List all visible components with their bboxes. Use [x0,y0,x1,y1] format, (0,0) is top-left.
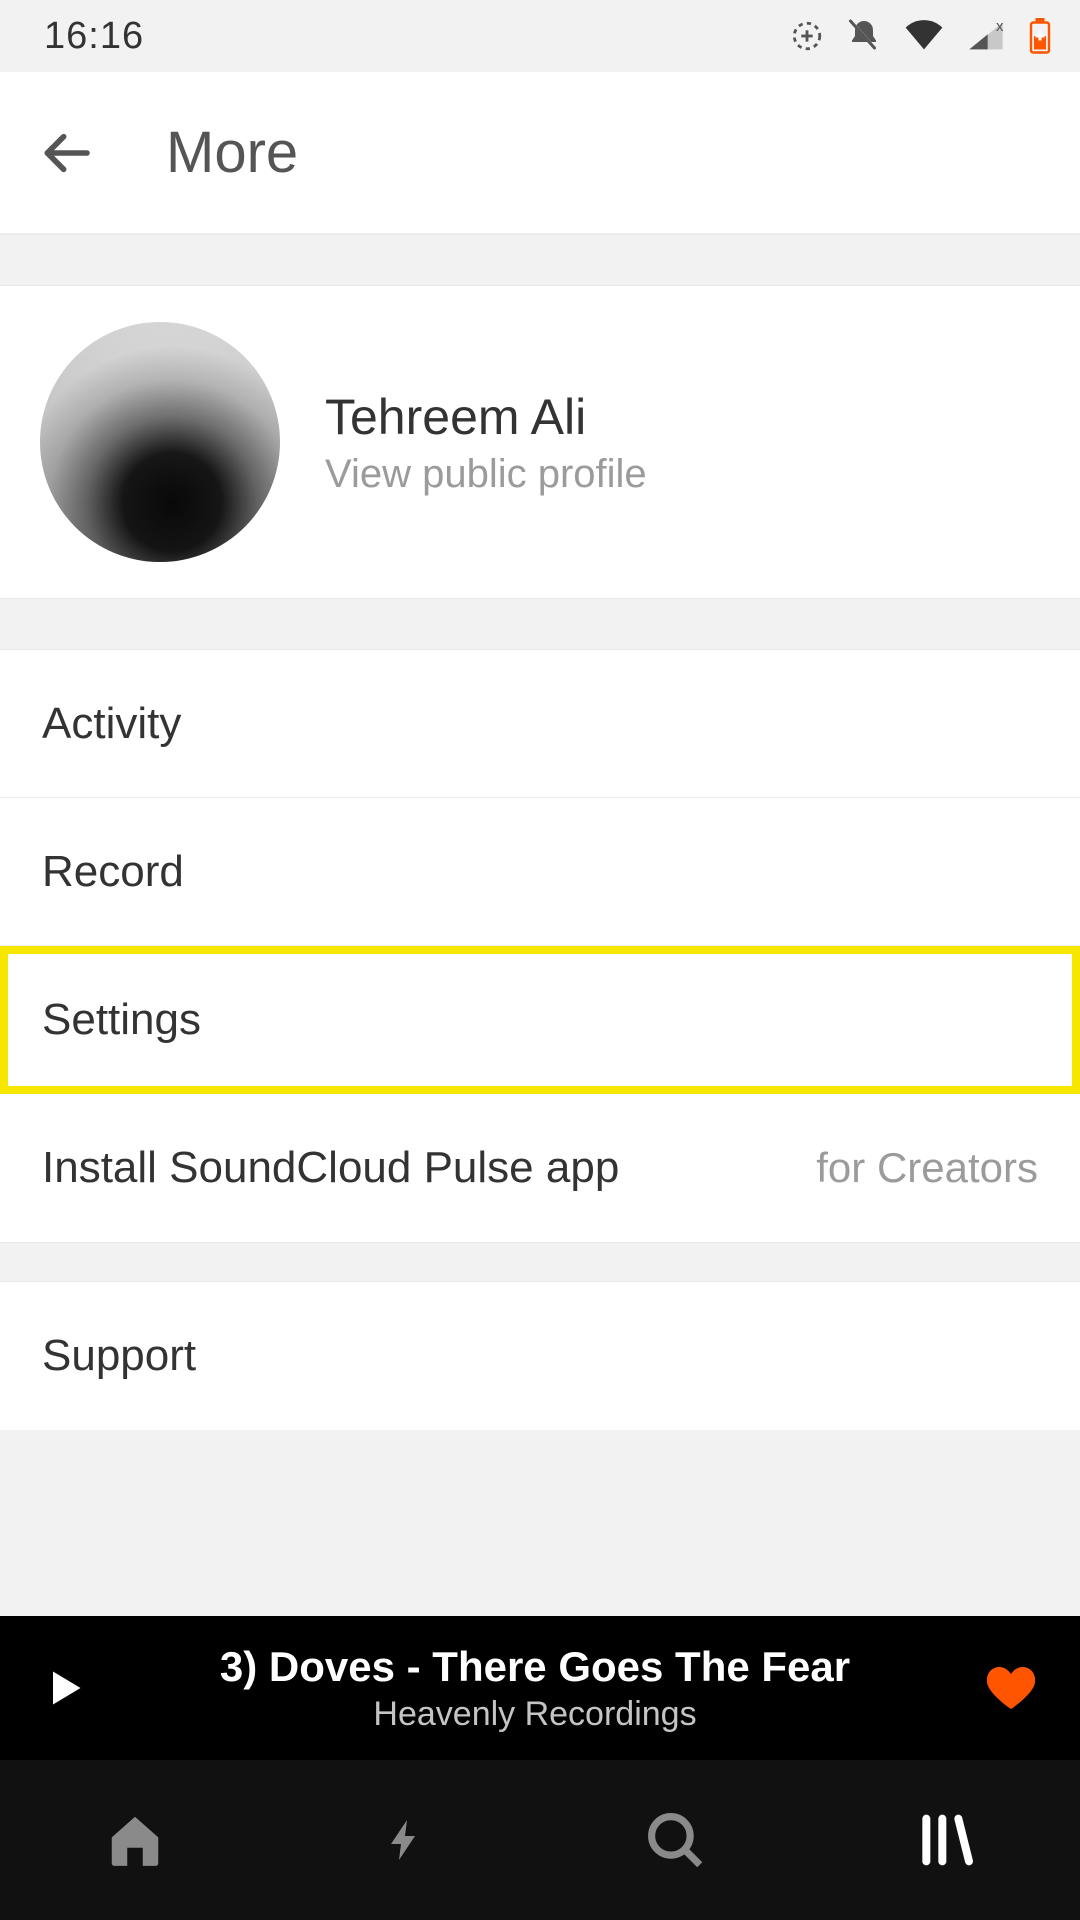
profile-subtitle: View public profile [325,452,647,497]
heart-icon [983,1660,1039,1716]
now-playing-texts[interactable]: 3) Doves - There Goes The Fear Heavenly … [122,1643,948,1734]
menu-item-secondary: for Creators [816,1144,1038,1192]
status-time: 16:16 [44,15,144,58]
section-divider [0,234,1080,286]
now-playing-title: 3) Doves - There Goes The Fear [122,1643,948,1691]
status-icons: x [790,18,1052,54]
nav-stream[interactable] [270,1760,540,1920]
search-icon [642,1807,708,1873]
nav-search[interactable] [540,1760,810,1920]
now-playing-artist: Heavenly Recordings [122,1695,948,1734]
play-button[interactable] [34,1666,94,1710]
back-button[interactable] [36,125,96,181]
spacer [0,1430,1080,1616]
menu-item-label: Activity [42,699,181,749]
data-saver-icon [790,19,824,53]
svg-text:x: x [996,19,1004,35]
cellular-icon: x [966,19,1006,53]
nav-home[interactable] [0,1760,270,1920]
section-divider [0,598,1080,650]
menu-item-record[interactable]: Record [0,798,1080,946]
section-divider [0,1242,1080,1282]
home-icon [104,1809,166,1871]
profile-row[interactable]: Tehreem Ali View public profile [0,286,1080,598]
menu-item-label: Record [42,847,184,897]
arrow-left-icon [38,125,94,181]
app-bar: More [0,72,1080,234]
menu-item-label: Support [42,1331,196,1381]
menu-item-label: Settings [42,995,201,1045]
battery-icon [1028,18,1052,54]
avatar [40,322,280,562]
wifi-icon [904,19,944,53]
bottom-nav [0,1760,1080,1920]
library-icon [913,1808,977,1872]
page-title: More [166,119,298,186]
menu-item-settings[interactable]: Settings [0,946,1080,1094]
nav-library[interactable] [810,1760,1080,1920]
menu-item-support[interactable]: Support [0,1282,1080,1430]
now-playing-bar[interactable]: 3) Doves - There Goes The Fear Heavenly … [0,1616,1080,1760]
bolt-icon [381,1809,429,1871]
menu-item-install-pulse[interactable]: Install SoundCloud Pulse app for Creator… [0,1094,1080,1242]
play-icon [42,1666,86,1710]
profile-name: Tehreem Ali [325,388,647,446]
dnd-icon [846,18,882,54]
menu-item-activity[interactable]: Activity [0,650,1080,798]
menu-item-label: Install SoundCloud Pulse app [42,1143,619,1193]
status-bar: 16:16 x [0,0,1080,72]
like-button[interactable] [976,1660,1046,1716]
content-scroll[interactable]: Tehreem Ali View public profile Activity… [0,234,1080,1616]
